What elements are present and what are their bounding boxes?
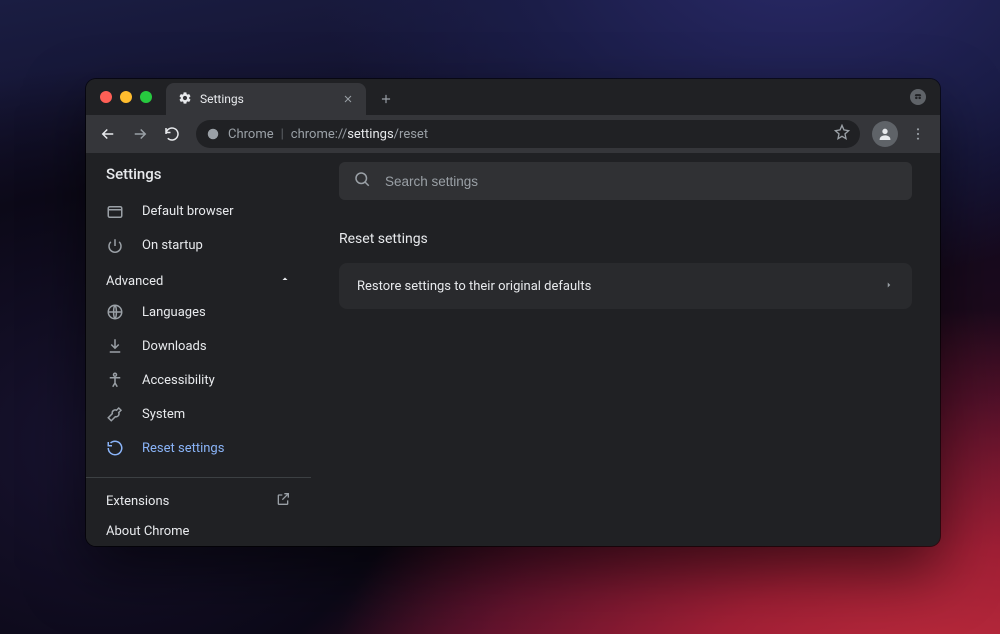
browser-tab[interactable]: Settings	[166, 83, 366, 115]
sidebar-item-reset-settings[interactable]: Reset settings	[86, 431, 311, 465]
sidebar-item-about-chrome[interactable]: About Chrome	[86, 516, 311, 546]
address-bar[interactable]: Chrome | chrome:// settings /reset	[196, 120, 860, 148]
browser-icon	[106, 203, 124, 221]
globe-icon	[106, 303, 124, 321]
settings-sidebar: Settings Default browser On startup	[86, 153, 311, 546]
sidebar-item-on-startup[interactable]: On startup	[86, 229, 311, 263]
window-controls	[96, 79, 160, 115]
minimize-window-button[interactable]	[120, 91, 132, 103]
sidebar-item-label: Reset settings	[142, 441, 224, 456]
wrench-icon	[106, 405, 124, 423]
settings-main: Reset settings Restore settings to their…	[311, 153, 940, 546]
tab-title: Settings	[200, 92, 332, 106]
browser-toolbar: Chrome | chrome:// settings /reset	[86, 115, 940, 153]
search-settings-input[interactable]	[385, 174, 898, 189]
sidebar-item-downloads[interactable]: Downloads	[86, 329, 311, 363]
sidebar-item-accessibility[interactable]: Accessibility	[86, 363, 311, 397]
bookmark-star-icon[interactable]	[834, 124, 850, 144]
sidebar-item-default-browser[interactable]: Default browser	[86, 195, 311, 229]
sidebar-item-languages[interactable]: Languages	[86, 295, 311, 329]
sidebar-advanced-toggle[interactable]: Advanced	[86, 267, 311, 295]
chevron-right-icon	[884, 279, 894, 294]
gear-icon	[178, 91, 192, 108]
restore-icon	[106, 439, 124, 457]
url-text: Chrome | chrome:// settings /reset	[228, 127, 826, 142]
sidebar-item-label: Extensions	[106, 494, 169, 509]
reload-button[interactable]	[158, 120, 186, 148]
new-tab-button[interactable]	[372, 85, 400, 113]
sidebar-item-label: About Chrome	[106, 524, 189, 539]
power-icon	[106, 237, 124, 255]
forward-button[interactable]	[126, 120, 154, 148]
chevron-up-icon	[279, 273, 291, 289]
external-link-icon	[275, 491, 291, 511]
close-window-button[interactable]	[100, 91, 112, 103]
sidebar-advanced-section: Languages Downloads Accessibility	[86, 295, 311, 469]
sidebar-item-label: System	[142, 407, 185, 422]
restore-defaults-row[interactable]: Restore settings to their original defau…	[339, 263, 912, 309]
search-settings-box[interactable]	[339, 162, 912, 200]
search-row	[339, 153, 912, 209]
sidebar-top-section: Default browser On startup	[86, 195, 311, 267]
sidebar-item-system[interactable]: System	[86, 397, 311, 431]
sidebar-item-label: On startup	[142, 238, 203, 253]
incognito-indicator-icon[interactable]	[910, 89, 926, 105]
advanced-label: Advanced	[106, 274, 163, 289]
profile-avatar-button[interactable]	[872, 121, 898, 147]
download-icon	[106, 337, 124, 355]
settings-row-label: Restore settings to their original defau…	[357, 279, 591, 294]
sidebar-item-label: Accessibility	[142, 373, 215, 388]
sidebar-item-label: Downloads	[142, 339, 207, 354]
settings-content: Settings Default browser On startup	[86, 153, 940, 546]
back-button[interactable]	[94, 120, 122, 148]
accessibility-icon	[106, 371, 124, 389]
search-icon	[353, 170, 371, 192]
section-title: Reset settings	[339, 231, 912, 247]
tab-strip: Settings	[86, 79, 940, 115]
sidebar-item-label: Languages	[142, 305, 206, 320]
browser-menu-button[interactable]	[904, 120, 932, 148]
close-tab-button[interactable]	[340, 91, 356, 107]
chrome-window: Settings Chrome |	[86, 79, 940, 546]
fullscreen-window-button[interactable]	[140, 91, 152, 103]
page-title: Settings	[106, 165, 162, 183]
settings-header: Settings	[86, 153, 311, 195]
site-info-icon[interactable]	[206, 127, 220, 141]
sidebar-item-label: Default browser	[142, 204, 234, 219]
sidebar-divider	[86, 477, 311, 478]
sidebar-item-extensions[interactable]: Extensions	[86, 486, 311, 516]
